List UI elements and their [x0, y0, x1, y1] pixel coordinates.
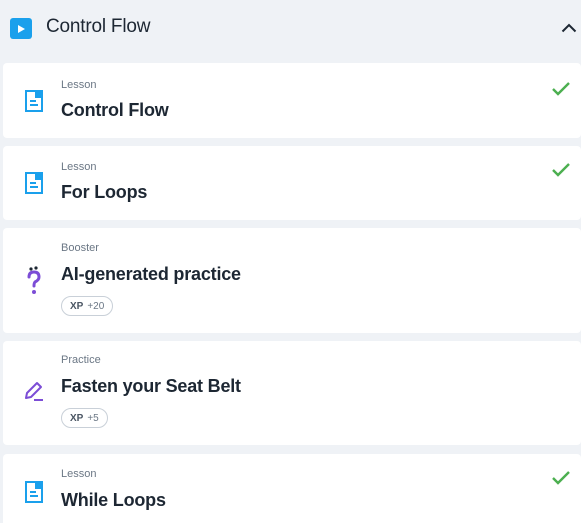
lesson-icon — [23, 479, 45, 505]
section-header[interactable]: Control Flow — [0, 0, 581, 56]
list-item-lesson[interactable]: Lesson While Loops — [3, 454, 581, 523]
question-mark-icon — [23, 266, 45, 296]
chevron-up-icon[interactable] — [560, 20, 578, 36]
check-icon — [551, 81, 571, 97]
play-icon — [10, 18, 32, 39]
list-item-lesson[interactable]: Lesson For Loops — [3, 146, 581, 220]
list-item-lesson[interactable]: Lesson Control Flow — [3, 63, 581, 138]
item-type: Booster — [61, 242, 99, 254]
xp-value: +20 — [87, 300, 105, 312]
xp-badge: XP +5 — [61, 408, 108, 428]
check-icon — [551, 162, 571, 178]
item-title: While Loops — [61, 490, 166, 510]
list-item-practice[interactable]: Practice Fasten your Seat Belt XP +5 — [3, 341, 581, 445]
item-type: Lesson — [61, 79, 97, 91]
pencil-icon — [23, 378, 45, 404]
lesson-icon — [23, 170, 45, 196]
check-icon — [551, 470, 571, 486]
xp-label: XP — [70, 300, 84, 312]
xp-value: +5 — [87, 412, 99, 424]
item-type: Lesson — [61, 161, 97, 173]
lesson-icon — [23, 88, 45, 114]
section-title: Control Flow — [46, 16, 151, 37]
xp-label: XP — [70, 412, 84, 424]
item-title: For Loops — [61, 182, 148, 202]
item-title: AI-generated practice — [61, 264, 241, 284]
list-item-booster[interactable]: Booster AI-generated practice XP +20 — [3, 228, 581, 333]
item-title: Control Flow — [61, 100, 169, 120]
course-module: Control Flow Lesson Control Flow Lesson … — [0, 0, 581, 523]
item-title: Fasten your Seat Belt — [61, 376, 241, 396]
item-type: Lesson — [61, 468, 97, 480]
item-type: Practice — [61, 354, 101, 366]
xp-badge: XP +20 — [61, 296, 114, 316]
